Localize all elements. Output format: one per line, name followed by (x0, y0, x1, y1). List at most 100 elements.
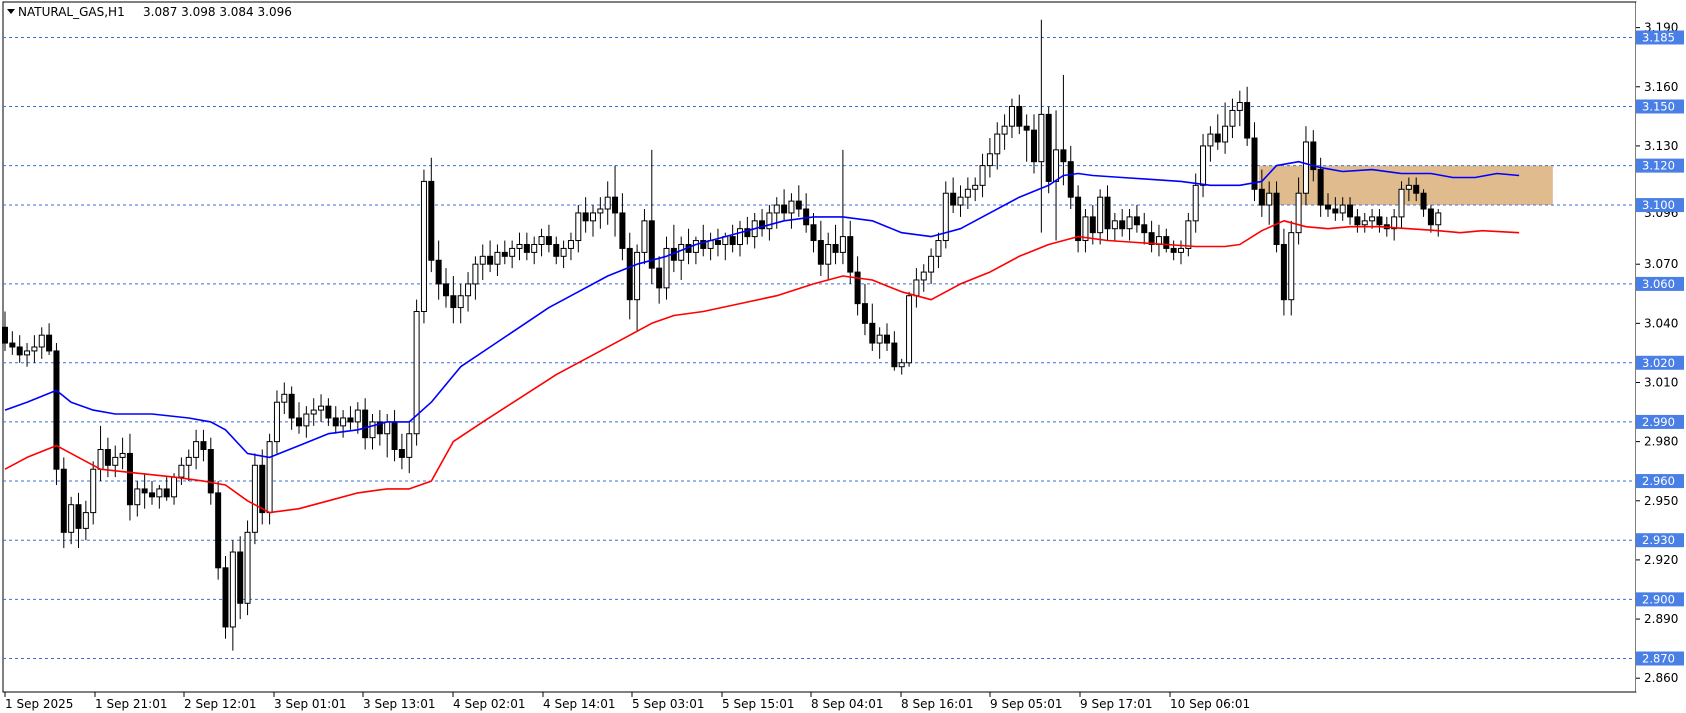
candle-body-bull (1266, 192, 1273, 206)
candle-body-bear (619, 212, 626, 249)
y-tick-label: 3.160 (1644, 80, 1678, 94)
candle-body-bear (60, 468, 67, 533)
candle-body-bull (171, 476, 178, 498)
candle-body-bull (1126, 216, 1133, 230)
candle-body-bull (31, 346, 38, 352)
candle-body-bear (1060, 149, 1067, 163)
candle-body-bull (1178, 247, 1184, 253)
candle-body-bear (854, 271, 861, 305)
candle-body-bull (1405, 184, 1412, 190)
price-chart[interactable]: 3.1903.1603.1303.1003.0703.0403.0102.980… (0, 0, 1686, 713)
candle-body-bear (1325, 204, 1331, 210)
candle (244, 520, 251, 616)
candle-body-bull (273, 401, 280, 443)
candle-body-bear (1141, 224, 1148, 234)
candle-body-bear (222, 567, 229, 628)
candle-body-bear (612, 196, 619, 214)
candle-body-bull (1192, 184, 1199, 222)
candle (222, 555, 229, 639)
x-tick-label: 9 Sep 05:01 (990, 697, 1062, 711)
candle-body-bull (597, 208, 604, 214)
candle-body-bear (288, 393, 295, 419)
candle-body-bull (1222, 125, 1229, 143)
candle-body-bull (1038, 113, 1045, 163)
candle-body-bull (156, 488, 163, 498)
candle-body-bear (9, 342, 16, 348)
candle-body-bull (773, 204, 780, 214)
candle-body-bear (1119, 220, 1126, 230)
candle-body-bull (560, 247, 567, 257)
candle-body-bull (185, 456, 192, 466)
candle-body-bull (354, 409, 361, 423)
candle-body-bear (347, 417, 354, 423)
x-tick-label: 4 Sep 02:01 (453, 697, 525, 711)
candle-body-bull (384, 421, 391, 435)
candle-body-bear (1075, 196, 1082, 242)
candle-body-bull (516, 243, 523, 249)
candle-body-bull (994, 133, 1001, 155)
candle-body-bull (310, 409, 317, 415)
candle-body-bull (406, 433, 413, 458)
candle-body-bull (82, 512, 89, 529)
candle-body-bull (178, 464, 185, 478)
candle-body-bull (766, 212, 773, 230)
level-label: 3.060 (1642, 277, 1675, 291)
candle-body-bear (75, 504, 82, 529)
candle-body-bull (575, 212, 582, 242)
x-tick-label: 8 Sep 04:01 (811, 697, 883, 711)
candle-body-bull (1361, 220, 1368, 226)
candle-body-bull (509, 247, 516, 257)
candle-body-bear (126, 452, 133, 506)
candle-body-bull (678, 243, 685, 261)
candle-body-bear (200, 441, 207, 451)
candle-body-bear (891, 342, 898, 368)
candle-body-bull (1229, 109, 1236, 127)
candle-body-bull (737, 228, 743, 245)
candle-body-bull (986, 153, 993, 167)
candle-body-bull (935, 240, 942, 257)
candle-body-bull (97, 449, 104, 470)
chart-header: NATURAL_GAS,H1 3.087 3.098 3.084 3.096 (7, 5, 292, 19)
candle-body-bull (1435, 212, 1442, 226)
candle-body-bull (957, 196, 964, 206)
x-tick-label: 8 Sep 16:01 (901, 697, 973, 711)
candle-body-bull (538, 236, 545, 245)
candle-body-bear (163, 488, 170, 498)
candle-body-bull (825, 243, 832, 265)
candle-body-bull (457, 295, 464, 309)
candle-body-bear (443, 283, 449, 297)
candle-body-bull (229, 551, 236, 628)
y-tick-label: 2.980 (1644, 435, 1678, 449)
candle-body-bear (832, 243, 839, 253)
candle-body-bear (1163, 236, 1170, 249)
level-label: 3.185 (1642, 30, 1675, 44)
candle-body-bull (303, 413, 310, 427)
candle-body-bear (1427, 208, 1434, 226)
candle-body-bull (90, 468, 97, 514)
candle-body-bear (2, 326, 8, 344)
candle (53, 343, 60, 485)
candle-body-bear (362, 409, 369, 439)
candle-body-bear (781, 204, 788, 214)
candle-body-bear (16, 346, 23, 356)
candle-body-bull (663, 247, 670, 289)
candle-body-bear (428, 180, 435, 261)
candle-body-bear (729, 236, 736, 245)
level-label: 3.150 (1642, 99, 1675, 113)
candle-body-bull (340, 417, 347, 427)
candle-body-bear (553, 243, 560, 257)
candle-body-bear (1317, 169, 1324, 206)
candle-body-bear (810, 224, 817, 242)
candle-body-bull (920, 271, 927, 281)
candle-body-bull (318, 405, 325, 411)
candle-body-bull (479, 255, 486, 265)
candle-body-bull (1295, 192, 1302, 234)
y-tick-label: 3.040 (1644, 316, 1678, 330)
y-tick-label: 3.010 (1644, 375, 1678, 389)
y-tick-label: 2.920 (1644, 553, 1678, 567)
y-tick-label: 3.130 (1644, 139, 1678, 153)
candle-body-bear (207, 449, 214, 494)
candle-body-bear (1170, 247, 1177, 253)
candle-body-bull (1302, 141, 1309, 194)
candle-body-bull (369, 421, 376, 439)
